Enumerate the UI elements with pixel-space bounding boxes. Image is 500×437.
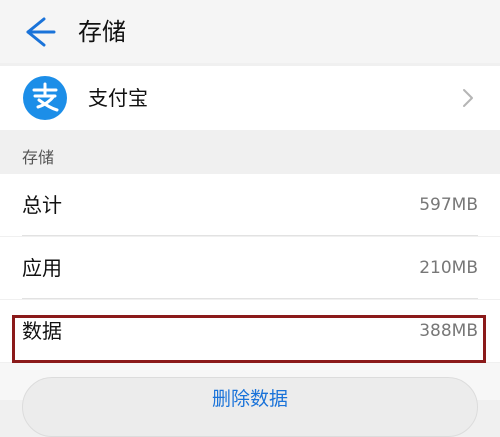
row-label: 数据 bbox=[22, 319, 62, 343]
divider bbox=[22, 235, 478, 236]
app-info-row[interactable]: 支付宝 bbox=[0, 66, 500, 130]
page-title: 存储 bbox=[78, 18, 126, 46]
clear-data-button[interactable]: 删除数据 bbox=[22, 377, 478, 437]
app-name: 支付宝 bbox=[88, 86, 148, 110]
app-header: 存储 bbox=[0, 0, 500, 63]
storage-row-data: 数据 388MB bbox=[0, 300, 500, 362]
back-button[interactable] bbox=[18, 15, 58, 49]
row-value: 210MB bbox=[419, 258, 478, 278]
row-label: 总计 bbox=[22, 193, 62, 217]
row-label: 应用 bbox=[22, 256, 62, 280]
storage-row-app: 应用 210MB bbox=[0, 237, 500, 299]
row-value: 388MB bbox=[419, 321, 478, 341]
row-value: 597MB bbox=[419, 195, 478, 215]
alipay-icon bbox=[23, 76, 67, 120]
clear-data-label: 删除数据 bbox=[211, 388, 288, 410]
storage-section-label: 存储 bbox=[22, 148, 55, 167]
divider bbox=[22, 298, 478, 299]
arrow-left-icon bbox=[26, 17, 56, 47]
storage-row-total: 总计 597MB bbox=[0, 174, 500, 236]
chevron-right-icon bbox=[463, 89, 473, 107]
